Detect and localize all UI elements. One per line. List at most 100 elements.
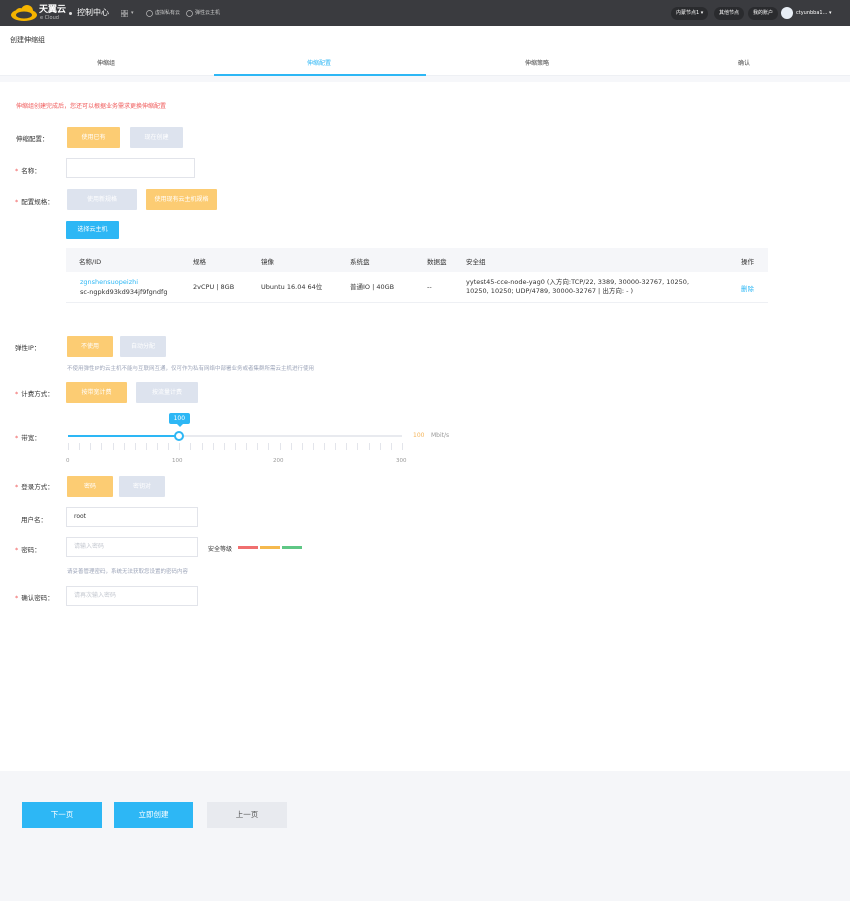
tick-label-0: 0 [66, 458, 70, 464]
host-id: sc-ngpkd93kd934jf9fgndfg [80, 288, 168, 296]
grid-menu-icon[interactable] [121, 10, 128, 17]
slider-tick [235, 443, 236, 450]
col-name-id: 名称/ID [79, 258, 102, 266]
login-password-button[interactable]: 密码 [67, 476, 113, 497]
select-host-button[interactable]: 选择云主机 [66, 221, 119, 239]
login-keypair-button[interactable]: 密钥对 [119, 476, 165, 497]
vpc-icon [146, 9, 153, 17]
top-bar: 天翼云 e Cloud 控制中心 ▾ 虚拟私有云 弹性云主机 内蒙节点1 ▾ 其… [0, 0, 850, 26]
nav-vpc-link[interactable]: 虚拟私有云 [146, 9, 180, 17]
slider-tick [301, 443, 303, 450]
host-spec: 2vCPU | 8GB [193, 283, 235, 291]
slider-tick [179, 443, 181, 450]
spec-label-text: 配置规格： [21, 198, 54, 206]
host-sysdisk: 普通IO | 40GB [350, 283, 395, 291]
name-label: * 名称： [15, 165, 41, 175]
step-confirm[interactable]: 确认 [738, 58, 750, 67]
username-input[interactable]: root [66, 507, 198, 527]
host-datadisk: -- [427, 283, 432, 291]
server-icon [186, 9, 193, 17]
required-mark: * [15, 434, 19, 442]
login-label-text: 登录方式： [21, 483, 54, 491]
slider-tick [157, 443, 159, 450]
eip-label: 弹性IP： [15, 344, 41, 352]
col-image: 镜像 [261, 258, 274, 266]
host-secgroup-line1: yytest45-cce-node-yag0 (入方向:TCP/22, 3389… [466, 278, 690, 286]
next-page-button[interactable]: 下一页 [22, 802, 102, 828]
slider-tick [368, 443, 370, 450]
avatar[interactable] [781, 7, 793, 19]
console-link[interactable]: 控制中心 [77, 8, 109, 18]
config-label: 伸缩配置： [16, 135, 49, 143]
slider-tick [134, 443, 136, 450]
slider-tick [390, 443, 392, 450]
bandwidth-slider-handle[interactable] [174, 431, 185, 441]
my-account-button[interactable]: 我的账户 [748, 7, 779, 20]
step-group[interactable]: 伸缩组 [97, 58, 115, 67]
slider-tick [190, 443, 192, 450]
tick-label-100: 100 [172, 458, 183, 464]
bill-by-traffic-button[interactable]: 按流量计费 [136, 382, 198, 403]
brand-name[interactable]: 天翼云 [39, 6, 66, 15]
step-policy[interactable]: 伸缩策略 [525, 58, 549, 67]
col-sysdisk: 系统盘 [350, 258, 370, 266]
billing-label: * 计费方式： [15, 388, 54, 398]
step-bar: 伸缩组 伸缩配置 伸缩策略 确认 [0, 52, 850, 76]
slider-tick [112, 443, 114, 450]
other-nodes-button[interactable]: 其他节点 [714, 7, 745, 20]
slider-tick [145, 443, 147, 450]
chevron-down-icon[interactable]: ▾ [131, 10, 134, 16]
separator-dot [69, 12, 72, 15]
slider-tick [402, 443, 403, 450]
host-name-link[interactable]: zgnshensuopeizhi [80, 278, 138, 287]
col-action: 操作 [741, 258, 754, 266]
use-existing-host-spec-button[interactable]: 使用现有云主机规格 [146, 189, 217, 210]
spec-label: * 配置规格： [15, 196, 54, 206]
slider-tick [212, 443, 214, 450]
cloud-logo-icon[interactable] [9, 5, 39, 22]
strength-bar-strong [282, 546, 302, 549]
slider-tick [68, 443, 69, 450]
bandwidth-label-text: 带宽： [21, 434, 41, 442]
tick-label-200: 200 [273, 458, 284, 464]
delete-link[interactable]: 删除 [741, 285, 754, 294]
eip-not-use-button[interactable]: 不使用 [67, 336, 113, 357]
confirm-password-input[interactable]: 请再次输入密码 [66, 586, 198, 606]
region-selector[interactable]: 内蒙节点1 ▾ [671, 7, 709, 20]
table-row: zgnshensuopeizhi sc-ngpkd93kd934jf9fgndf… [66, 272, 768, 303]
username-menu[interactable]: ctyunbba1... ▾ [796, 10, 831, 17]
step-config[interactable]: 伸缩配置 [307, 58, 331, 67]
eip-auto-button[interactable]: 自动分配 [120, 336, 166, 357]
username-label: ctyunbba1... [796, 10, 828, 16]
confirm-label-text: 确认密码： [21, 594, 54, 602]
nav-ecs-label: 弹性云主机 [195, 10, 221, 16]
slider-tick [279, 443, 281, 450]
divider-strip [0, 76, 850, 82]
use-new-spec-button[interactable]: 使用新规格 [67, 189, 137, 210]
col-spec: 规格 [193, 258, 206, 266]
name-input[interactable] [66, 158, 195, 178]
nav-ecs-link[interactable]: 弹性云主机 [186, 9, 220, 17]
strength-bar-weak [238, 546, 258, 549]
slider-tick [257, 443, 259, 450]
brand-subtitle: e Cloud [40, 15, 59, 21]
create-now-button[interactable]: 立即创建 [114, 802, 193, 828]
bandwidth-unit: Mbit/s [431, 432, 450, 439]
bill-by-bandwidth-button[interactable]: 按带宽计费 [66, 382, 127, 403]
required-mark: * [15, 546, 19, 554]
slider-tick [324, 443, 326, 450]
bandwidth-value[interactable]: 100 [413, 432, 424, 439]
required-mark: * [15, 198, 19, 206]
slider-tick [123, 443, 125, 450]
strength-bar-mid [260, 546, 280, 549]
bandwidth-tooltip: 100 [168, 413, 190, 427]
use-existing-button[interactable]: 使用已有 [67, 127, 120, 148]
username-label: 用户名： [21, 516, 47, 524]
password-label: * 密码： [15, 544, 41, 554]
create-new-button[interactable]: 现在创建 [130, 127, 183, 148]
password-input[interactable]: 请输入密码 [66, 537, 198, 557]
prev-page-button[interactable]: 上一页 [207, 802, 287, 828]
eip-hint: 不使用弹性IP的云主机不能与互联网互通，仅可作为私有网络中部署业务或者集群所需云… [67, 366, 314, 372]
footer-bar [0, 771, 850, 901]
slider-tick [101, 443, 103, 450]
